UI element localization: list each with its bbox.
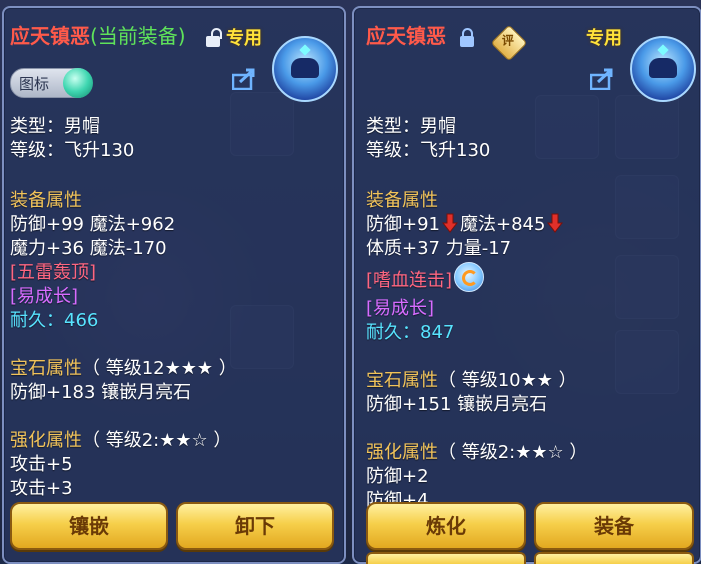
special-skill: [嗜血连击] (366, 270, 453, 291)
exclusive-label: 专用 (226, 28, 262, 49)
enhance-header: 强化属性（ 等级2:★★☆ ） (10, 426, 231, 452)
item-type: 类型：男帽 (366, 116, 456, 137)
attr-line: 体质+37 力量-17 (366, 238, 512, 259)
arrow-down-icon (442, 213, 458, 233)
exclusive-label: 专用 (586, 28, 622, 49)
item-name: 应天镇恶 (366, 24, 446, 48)
attr-header: 装备属性 (10, 190, 82, 211)
icon-toggle-label: 图标 (19, 75, 50, 93)
special-skill-row: [嗜血连击] (366, 262, 485, 292)
refine-button[interactable]: 炼化 (366, 502, 526, 550)
rate-icon[interactable]: 评 (490, 24, 528, 62)
lock-open-icon[interactable] (206, 28, 222, 47)
gem-header-label: 宝石属性 (10, 358, 82, 379)
helmet-icon (272, 36, 338, 102)
special-trait: [易成长] (366, 298, 435, 319)
attr-line: 防御+99 魔法+962 (10, 214, 176, 235)
gem-line: 防御+151 镶嵌月亮石 (366, 394, 548, 415)
inlay-button[interactable]: 镶嵌 (10, 502, 168, 550)
enhance-line: 攻击+5 (10, 454, 73, 475)
share-icon[interactable] (232, 68, 258, 90)
equip-button[interactable]: 装备 (534, 502, 694, 550)
equipped-item-tooltip: 应天镇恶(当前装备) 专用 图标 类型：男帽 等级：飞升130 装备属性 防御+… (2, 6, 346, 564)
enhance-level: （ 等级2:★★☆ ） (438, 442, 588, 463)
gem-header: 宝石属性（ 等级10★★ ） (366, 366, 577, 392)
special-trait: [易成长] (10, 286, 79, 307)
gem-level: （ 等级12★★★ ） (82, 358, 237, 379)
helmet-icon (630, 36, 696, 102)
gem-level: （ 等级10★★ ） (438, 370, 577, 391)
tag-orb-icon (63, 68, 93, 98)
durability: 耐久：847 (366, 322, 455, 343)
gem-header: 宝石属性（ 等级12★★★ ） (10, 354, 237, 380)
item-name: 应天镇恶 (10, 24, 90, 48)
attr-line: 魔力+36 魔法-170 (10, 238, 167, 259)
enhance-header: 强化属性（ 等级2:★★☆ ） (366, 438, 587, 464)
enhance-header-label: 强化属性 (366, 442, 438, 463)
rate-icon-label: 评 (501, 33, 514, 48)
enhance-line: 防御+2 (366, 466, 429, 487)
attr-defense: 防御+91 (366, 214, 440, 235)
lock-icon[interactable] (460, 28, 474, 47)
enhance-level: （ 等级2:★★☆ ） (82, 430, 232, 451)
item-level: 等级：飞升130 (366, 140, 491, 161)
special-skill: [五雷轰顶] (10, 262, 97, 283)
item-type: 类型：男帽 (10, 116, 100, 137)
item-title: 应天镇恶(当前装备) (10, 20, 186, 49)
enhance-header-label: 强化属性 (10, 430, 82, 451)
icon-toggle-button[interactable]: 图标 (10, 68, 93, 98)
gem-header-label: 宝石属性 (366, 370, 438, 391)
refresh-icon[interactable] (454, 262, 485, 292)
compare-item-tooltip: 应天镇恶 评 专用 类型：男帽 等级：飞升130 装备属性 防御+91 魔法+84… (352, 6, 701, 564)
arrow-down-icon (547, 213, 564, 233)
attr-magic: 魔法+845 (460, 214, 546, 235)
enhance-line: 攻击+3 (10, 478, 73, 499)
current-equipped-label: (当前装备) (90, 24, 186, 48)
attr-header: 装备属性 (366, 190, 438, 211)
unequip-button[interactable]: 卸下 (176, 502, 334, 550)
item-level: 等级：飞升130 (10, 140, 135, 161)
share-icon[interactable] (590, 68, 616, 90)
attr-line: 防御+91 魔法+845 (366, 210, 565, 236)
extra-button-edge (534, 552, 694, 564)
gem-line: 防御+183 镶嵌月亮石 (10, 382, 192, 403)
extra-button-edge (366, 552, 526, 564)
durability: 耐久：466 (10, 310, 99, 331)
